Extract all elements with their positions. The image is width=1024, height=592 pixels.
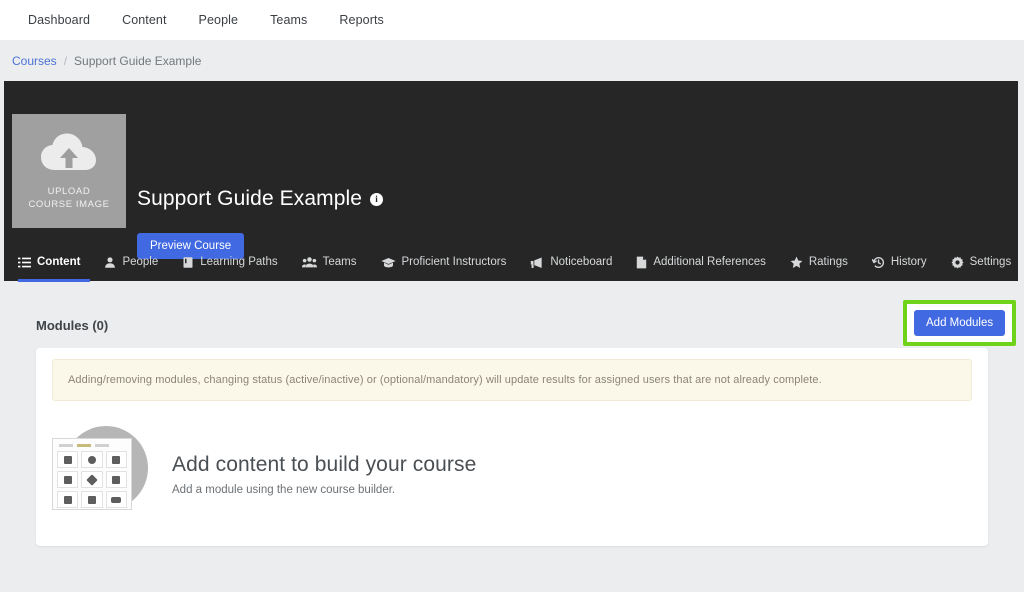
empty-state-title: Add content to build your course <box>172 452 477 476</box>
users-icon <box>301 256 317 269</box>
page-title: Support Guide Example i <box>137 187 384 211</box>
tab-people[interactable]: People <box>104 243 158 281</box>
modules-heading: Modules (0) <box>36 318 109 333</box>
tab-label: Proficient Instructors <box>401 256 507 268</box>
info-icon[interactable]: i <box>370 192 384 206</box>
top-navigation: Dashboard Content People Teams Reports <box>0 0 1024 40</box>
tab-noticeboard[interactable]: Noticeboard <box>530 243 612 281</box>
tab-label: Teams <box>322 256 357 268</box>
tab-teams[interactable]: Teams <box>301 243 357 281</box>
course-image-upload-label: UPLOAD COURSE IMAGE <box>28 186 110 210</box>
cloud-upload-icon <box>39 132 99 179</box>
book-icon <box>182 256 194 269</box>
breadcrumb-current: Support Guide Example <box>74 53 202 68</box>
tab-label: Noticeboard <box>550 256 613 268</box>
tab-label: Settings <box>969 256 1012 268</box>
course-builder-grid-illustration <box>52 426 148 522</box>
tab-label: People <box>122 256 159 268</box>
tab-label: History <box>890 256 927 268</box>
tab-label: Additional References <box>653 256 766 268</box>
user-icon <box>104 256 116 269</box>
illustration-card <box>52 438 132 510</box>
nav-item-content[interactable]: Content <box>122 13 166 27</box>
breadcrumb-link-courses[interactable]: Courses <box>12 54 57 68</box>
tab-content[interactable]: Content <box>18 243 80 281</box>
megaphone-icon <box>530 256 544 269</box>
illustration-tabs <box>57 444 127 447</box>
tab-label: Content <box>37 256 81 268</box>
tab-additional-references[interactable]: Additional References <box>636 243 766 281</box>
course-title-text: Support Guide Example <box>137 187 363 210</box>
illustration-tile-grid <box>57 451 127 508</box>
nav-item-people[interactable]: People <box>199 13 239 27</box>
course-header: UPLOAD COURSE IMAGE Support Guide Exampl… <box>4 81 1018 282</box>
history-clock-icon <box>871 256 885 269</box>
graduation-cap-icon <box>380 256 396 269</box>
star-icon <box>790 256 803 269</box>
tab-learning-paths[interactable]: Learning Paths <box>182 243 278 281</box>
empty-state-subtitle: Add a module using the new course builde… <box>172 483 396 496</box>
tab-label: Ratings <box>808 256 848 268</box>
tab-label: Learning Paths <box>200 256 278 268</box>
breadcrumb: Courses / Support Guide Example <box>0 40 1024 81</box>
empty-state: Add content to build your course Add a m… <box>52 426 476 522</box>
add-modules-highlight: Add Modules <box>903 300 1017 346</box>
page-root: Dashboard Content People Teams Reports C… <box>0 0 1024 592</box>
empty-state-text: Add content to build your course Add a m… <box>172 453 476 496</box>
nav-item-teams[interactable]: Teams <box>270 13 307 27</box>
add-modules-button[interactable]: Add Modules <box>914 310 1006 336</box>
tab-history[interactable]: History <box>871 243 927 281</box>
modules-panel: Adding/removing modules, changing status… <box>36 348 988 546</box>
nav-item-dashboard[interactable]: Dashboard <box>28 13 90 27</box>
tab-ratings[interactable]: Ratings <box>790 243 848 281</box>
tab-settings[interactable]: Settings <box>951 243 1012 281</box>
file-icon <box>636 256 647 269</box>
notice-text: Adding/removing modules, changing status… <box>68 374 822 386</box>
course-tabs: Content People Learning Paths Teams Prof… <box>4 243 1018 282</box>
active-tab-indicator <box>18 279 90 282</box>
gear-icon <box>951 255 964 269</box>
course-image-upload[interactable]: UPLOAD COURSE IMAGE <box>12 114 126 228</box>
nav-item-reports[interactable]: Reports <box>339 13 383 27</box>
breadcrumb-separator: / <box>63 53 68 68</box>
list-icon <box>18 256 31 269</box>
modules-notice-banner: Adding/removing modules, changing status… <box>52 359 972 401</box>
tab-proficient-instructors[interactable]: Proficient Instructors <box>380 243 507 281</box>
